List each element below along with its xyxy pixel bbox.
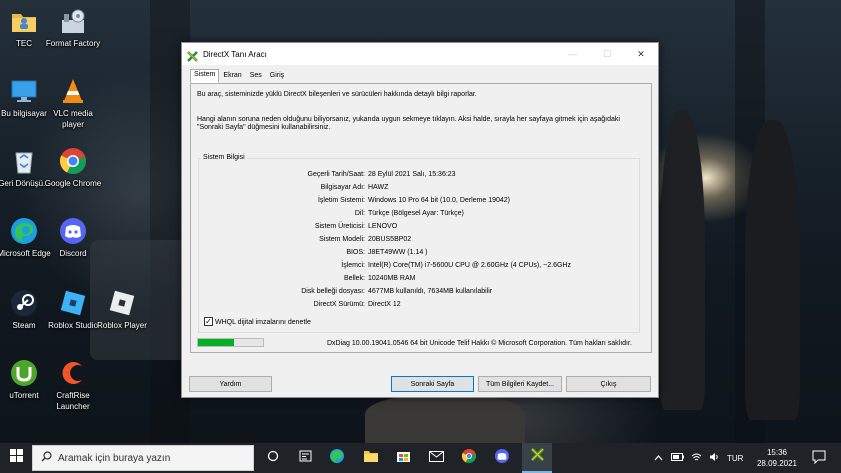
sysinfo-value: 28 Eylül 2021 Salı, 15:36:23 — [368, 171, 456, 178]
mail-icon — [428, 449, 444, 467]
roblox-studio-icon — [58, 288, 88, 318]
desktop-icon-label: CraftRise Launcher — [56, 391, 90, 411]
maximize-button[interactable]: ☐ — [590, 43, 624, 65]
wallpaper-figure — [745, 120, 800, 420]
next-page-button[interactable]: Sonraki Sayfa — [391, 376, 474, 392]
steam-icon — [9, 288, 39, 318]
desktop-icon-craftrise[interactable]: CraftRise Launcher — [43, 358, 103, 412]
tab-giris[interactable]: Giriş — [266, 70, 288, 82]
progress-fill — [198, 339, 234, 346]
discord-icon — [58, 216, 88, 246]
start-button[interactable] — [0, 443, 32, 473]
discord-icon — [494, 448, 510, 469]
recycle-bin-icon — [9, 146, 39, 176]
search-icon — [41, 449, 52, 467]
this-pc-icon — [9, 76, 39, 106]
system-tray: TUR — [654, 443, 743, 473]
clock-date: 28.09.2021 — [756, 459, 798, 468]
sysinfo-value: Intel(R) Core(TM) i7-5600U CPU @ 2.60GHz… — [368, 262, 571, 269]
whql-checkbox[interactable]: ✓ — [204, 317, 213, 326]
wallpaper-figure — [365, 395, 525, 443]
edge-icon — [9, 216, 39, 246]
help-button[interactable]: Yardım — [189, 376, 272, 392]
task-view-icon — [267, 449, 279, 467]
hint-text-line2: "Sonraki Sayfa" düğmesini kullanabilirsi… — [197, 124, 331, 131]
desktop-icon-label: VLC media player — [53, 109, 93, 129]
sysinfo-value: J8ET49WW (1.14 ) — [368, 249, 428, 256]
desktop-icon-roblox-player[interactable]: Roblox Player — [92, 288, 152, 332]
craftrise-icon — [58, 358, 88, 388]
utorrent-icon — [9, 358, 39, 388]
taskbar-edge[interactable] — [322, 443, 352, 473]
notification-icon — [812, 450, 826, 468]
sysinfo-value: LENOVO — [368, 223, 398, 230]
folder-user-icon — [9, 6, 39, 36]
window-title: DirectX Tanı Aracı — [203, 49, 267, 59]
sysinfo-value: HAWZ — [368, 184, 389, 191]
taskbar: Aramak için buraya yazın TUR 15:36 28.09… — [0, 443, 841, 473]
system-info-group-title: Sistem Bilgisi — [201, 154, 247, 161]
taskbar-chrome[interactable] — [454, 443, 484, 473]
widgets-button[interactable] — [290, 443, 320, 473]
sysinfo-value: DirectX 12 — [368, 301, 401, 308]
sysinfo-value: Türkçe (Bölgesel Ayar: Türkçe) — [368, 210, 464, 217]
windows-logo-icon — [9, 449, 23, 467]
sysinfo-value: Windows 10 Pro 64 bit (10.0, Derleme 190… — [368, 197, 511, 204]
battery-icon[interactable] — [671, 453, 684, 463]
intro-text: Bu araç, sisteminizde yüklü DirectX bile… — [197, 91, 477, 98]
exit-button[interactable]: Çıkış — [566, 376, 651, 392]
wallpaper-figure — [660, 110, 705, 410]
edge-icon — [329, 448, 345, 469]
chrome-icon — [58, 146, 88, 176]
taskbar-mail[interactable] — [421, 443, 451, 473]
volume-icon[interactable] — [709, 452, 720, 464]
directx-icon — [187, 49, 198, 62]
save-all-info-button[interactable]: Tüm Bilgileri Kaydet... — [478, 376, 562, 392]
tab-sistem[interactable]: Sistem — [190, 69, 220, 83]
desktop-icon-vlc[interactable]: VLC media player — [43, 76, 103, 130]
chrome-icon — [461, 448, 477, 469]
taskbar-clock[interactable]: 15:36 28.09.2021 — [754, 447, 800, 469]
notification-center-button[interactable] — [812, 450, 826, 465]
file-explorer-icon — [363, 449, 379, 468]
progress-bar — [197, 338, 264, 347]
vlc-icon — [58, 76, 88, 106]
taskbar-dxdiag[interactable] — [522, 443, 552, 473]
whql-label[interactable]: WHQL dijital imzalarını denetle — [215, 318, 311, 327]
tab-ekran[interactable]: Ekran — [219, 70, 245, 82]
taskbar-file-explorer[interactable] — [356, 443, 386, 473]
close-button[interactable]: ✕ — [624, 43, 658, 65]
tab-strip: Sistem Ekran Ses Giriş — [190, 69, 288, 83]
roblox-player-icon — [107, 288, 137, 318]
task-view-button[interactable] — [258, 443, 288, 473]
taskbar-store[interactable] — [388, 443, 418, 473]
sysinfo-value: 4677MB kullanıldı, 7634MB kullanılabilir — [368, 288, 493, 295]
sysinfo-value: 20BUS5BP02 — [368, 236, 412, 243]
desktop-icon-label: Discord — [59, 249, 87, 258]
tab-ses[interactable]: Ses — [246, 70, 266, 82]
clock-time: 15:36 — [766, 448, 788, 457]
minimize-button[interactable]: — — [556, 43, 590, 65]
format-factory-icon — [58, 6, 88, 36]
search-box[interactable]: Aramak için buraya yazın — [32, 445, 254, 471]
dxdiag-version-info: DxDiag 10.00.19041.0546 64 bit Unicode T… — [327, 340, 632, 347]
desktop-icon-chrome[interactable]: Google Chrome — [43, 146, 103, 190]
network-icon[interactable] — [691, 452, 702, 464]
input-language[interactable]: TUR — [727, 454, 743, 463]
desktop-icon-discord[interactable]: Discord — [43, 216, 103, 260]
desktop-icon-label: Roblox Player — [97, 321, 147, 330]
chevron-up-icon[interactable] — [654, 454, 663, 463]
sysinfo-value: 10240MB RAM — [368, 275, 416, 282]
widgets-icon — [299, 449, 312, 467]
store-icon — [396, 448, 411, 468]
directx-icon — [530, 447, 545, 467]
desktop-icon-format-factory[interactable]: Format Factory — [43, 6, 103, 50]
checkmark-icon: ✓ — [205, 316, 212, 326]
desktop-icon-label: Google Chrome — [44, 179, 102, 188]
desktop-icon-label: Format Factory — [45, 39, 101, 48]
window-titlebar[interactable]: DirectX Tanı Aracı — ☐ ✕ — [182, 43, 658, 65]
taskbar-discord[interactable] — [487, 443, 517, 473]
search-placeholder: Aramak için buraya yazın — [58, 452, 171, 464]
